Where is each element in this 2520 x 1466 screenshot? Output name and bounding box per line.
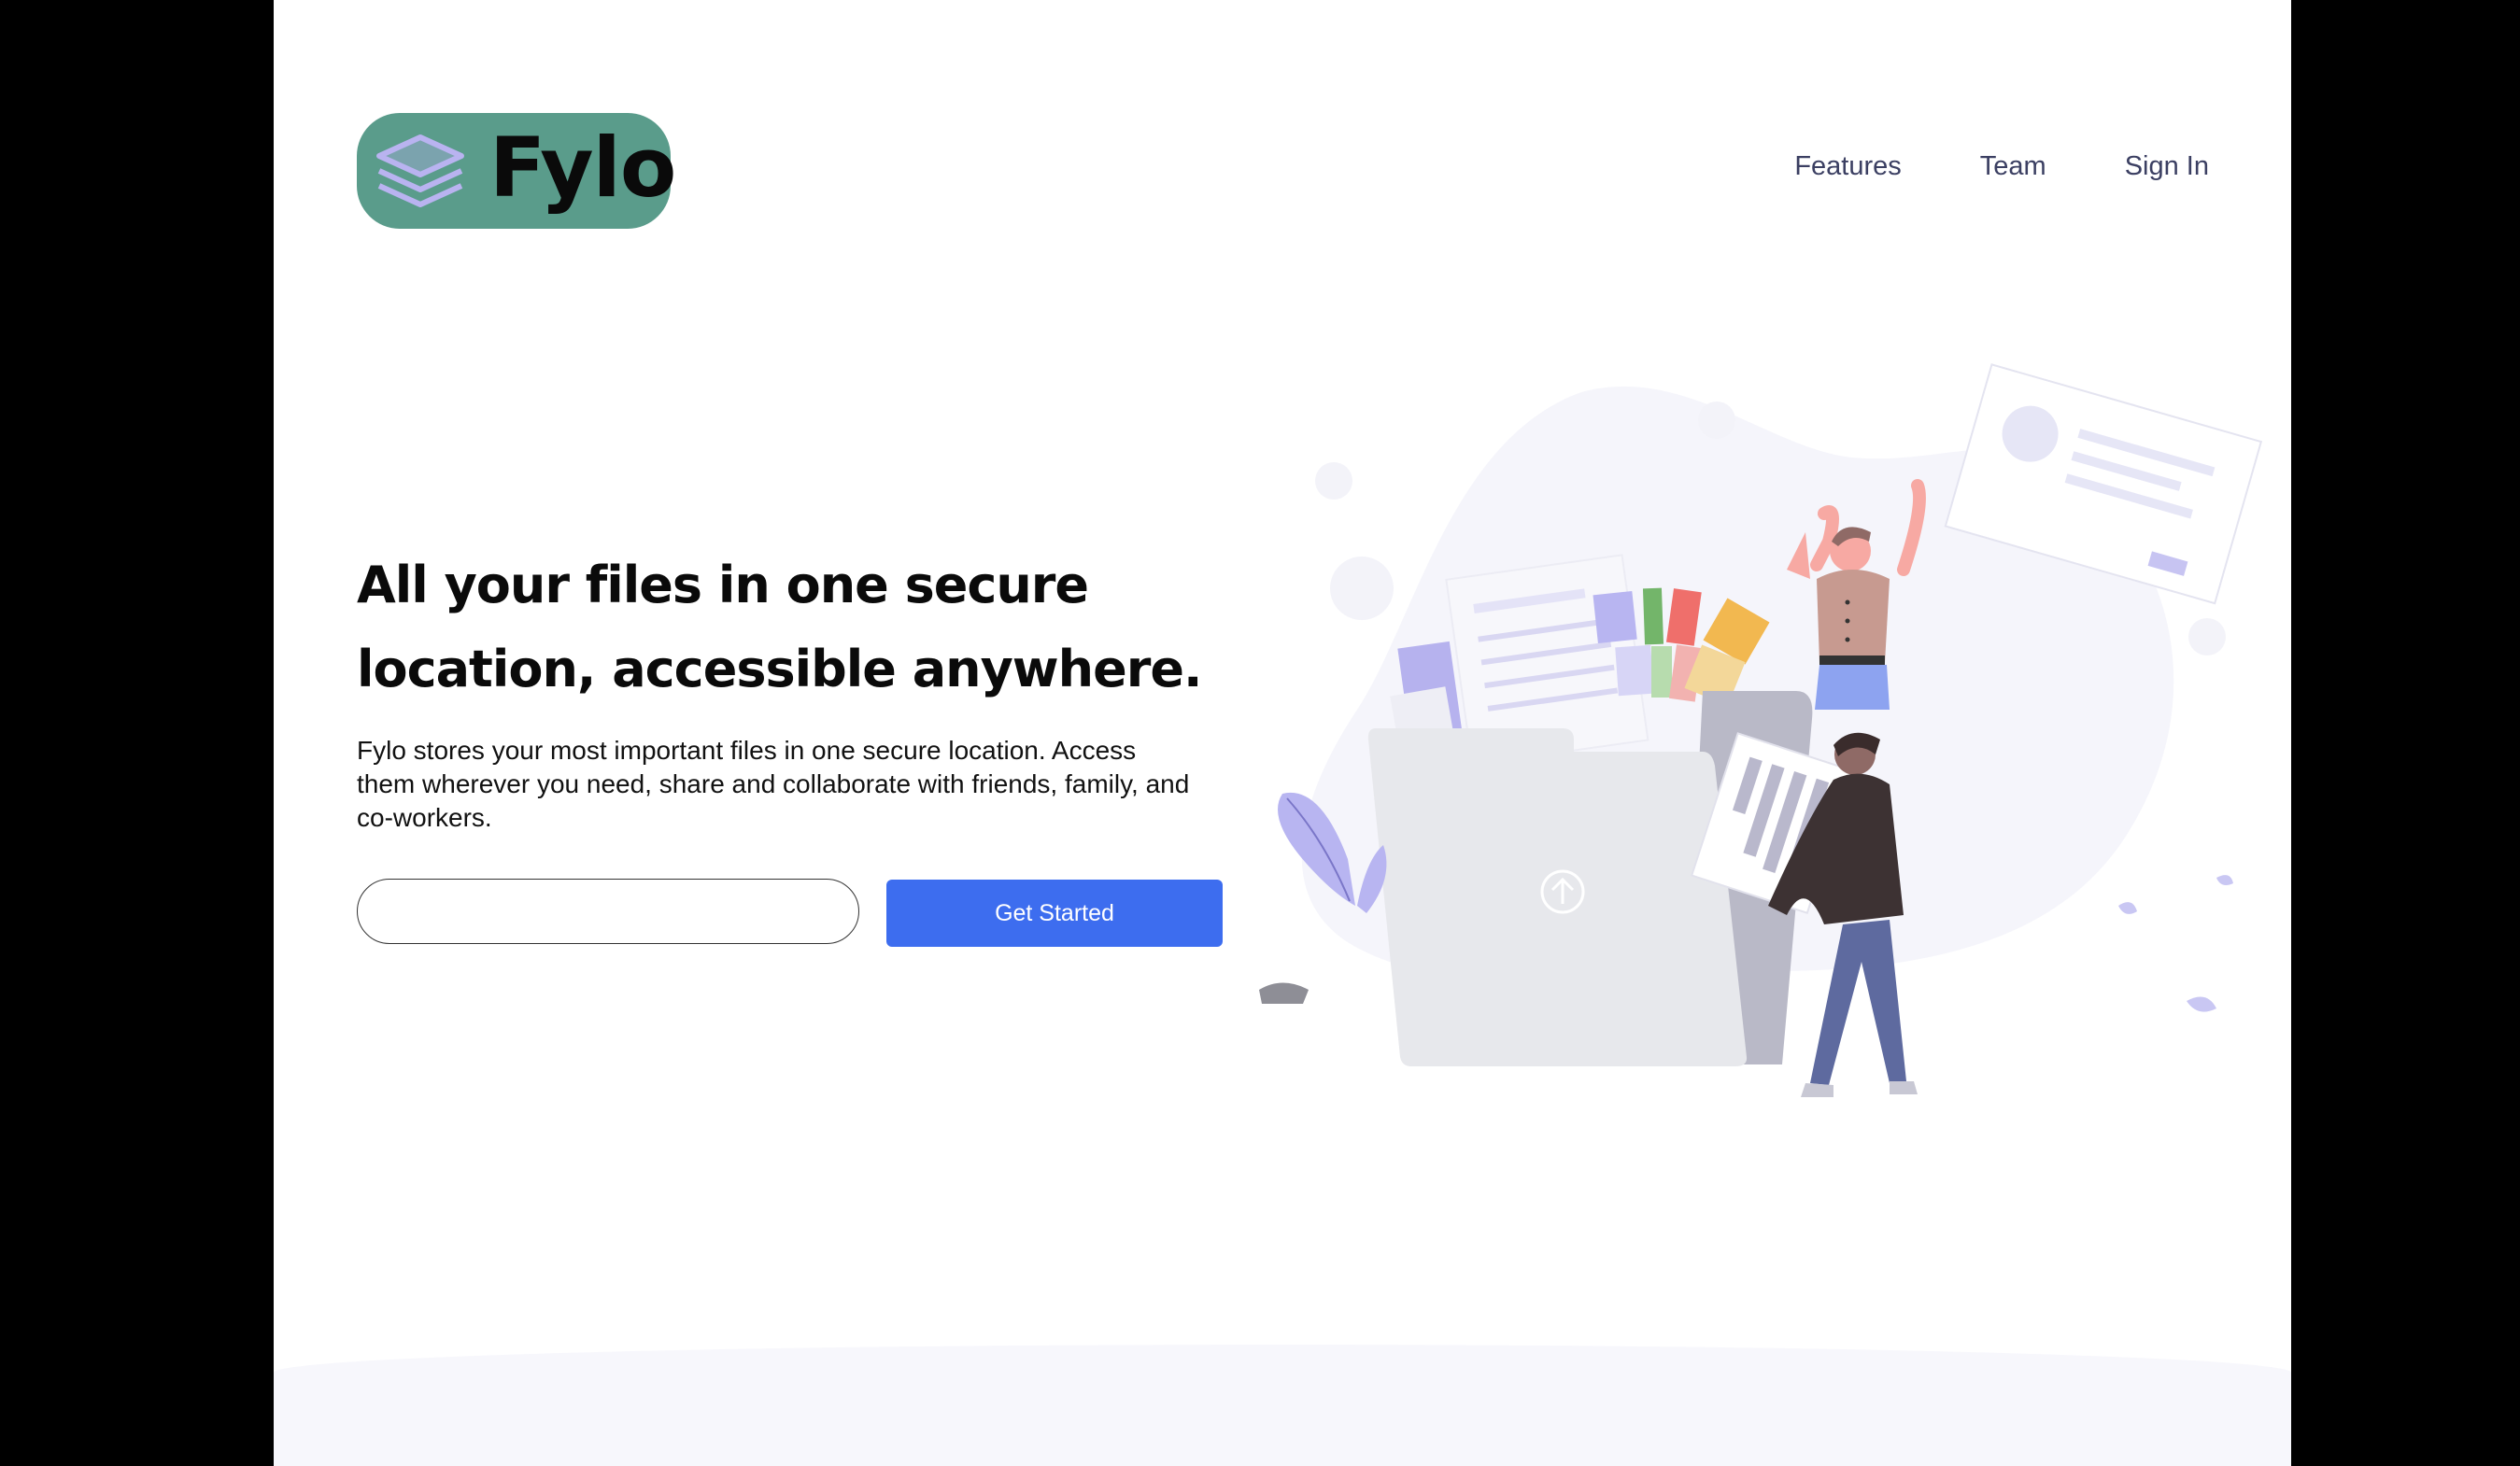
decor-circle (1315, 462, 1352, 500)
hero-title: All your files in one secure location, a… (357, 556, 1203, 698)
landing-page: Fylo Features Team Sign In All your file… (274, 0, 2291, 1466)
main-nav: Features Team Sign In (1794, 151, 2209, 182)
hero-description: Fylo stores your most important files in… (357, 736, 1190, 832)
stacked-layers-icon (376, 134, 464, 207)
nav-sign-in-link[interactable]: Sign In (2125, 151, 2209, 182)
folder-front (1367, 728, 1748, 1066)
bottom-wave-band (274, 1345, 2291, 1466)
decor-circle (1330, 557, 1394, 620)
brand-name: Fylo (489, 120, 676, 216)
fylo-logo[interactable]: Fylo (357, 113, 676, 229)
email-input[interactable] (357, 879, 859, 944)
decor-circle (1698, 402, 1735, 439)
get-started-button[interactable]: Get Started (886, 880, 1223, 947)
nav-features-link[interactable]: Features (1794, 151, 1901, 182)
nav-team-link[interactable]: Team (1980, 151, 2046, 182)
intro-illustration (1259, 363, 2263, 1097)
decor-circle (2188, 618, 2226, 655)
